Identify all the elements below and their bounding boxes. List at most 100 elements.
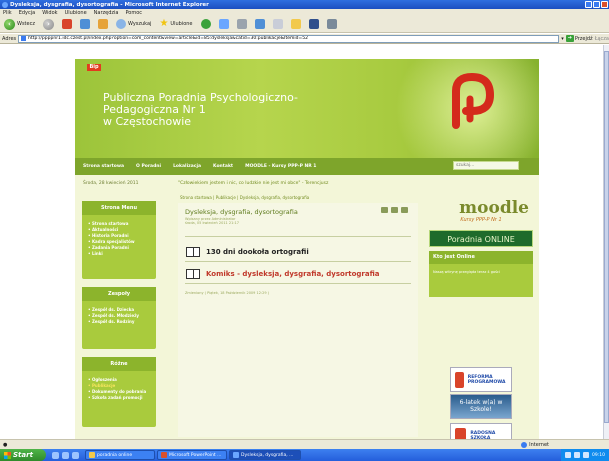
- reforma-text: REFORMA PROGRAMOWA: [467, 374, 506, 385]
- print-icon: [236, 19, 247, 29]
- site-title-line: w Częstochowie: [103, 115, 192, 128]
- pdf-icon[interactable]: [381, 207, 388, 213]
- mail-quicklaunch-icon[interactable]: [62, 451, 69, 459]
- taskbar-item[interactable]: poradnia online: [85, 450, 155, 460]
- page-icon: [21, 36, 27, 41]
- edit-button[interactable]: [253, 18, 267, 31]
- article-date: środa, 05 kwiecień 2011 21:17: [185, 221, 239, 225]
- page-viewport: Bip Publiczna Poradnia Psychologiczno- P…: [0, 45, 603, 439]
- moodle-banner[interactable]: moodle Kursy PPP-P Nr 1: [429, 199, 533, 227]
- menu-edit[interactable]: Edycja: [19, 10, 36, 16]
- article-entry[interactable]: Komiks - dysleksja, dysgrafia, dysortogr…: [186, 269, 380, 279]
- article-entry[interactable]: 130 dni dookoła ortografii: [186, 247, 309, 257]
- tray-icon[interactable]: [574, 452, 581, 458]
- stop-button[interactable]: [60, 18, 74, 31]
- vertical-scrollbar[interactable]: [603, 45, 609, 439]
- mail-icon: [218, 19, 229, 29]
- taskbar-item-label: Dysleksja, dysgrafia, ...: [241, 452, 294, 458]
- who-online-title: Kto jest Online: [429, 251, 533, 264]
- print-button[interactable]: [235, 18, 249, 31]
- volume-icon[interactable]: [583, 452, 590, 458]
- site-search-input[interactable]: szukaj...: [453, 161, 519, 170]
- folder-icon: [89, 452, 95, 458]
- breadcrumb[interactable]: Strona startowa | Publikacje | Dysleksja…: [180, 195, 309, 200]
- menu-tools[interactable]: Narzędzia: [94, 10, 119, 16]
- maximize-button[interactable]: [593, 1, 600, 8]
- reforma-logo-icon: [455, 371, 464, 388]
- scrollbar-thumb[interactable]: [604, 51, 609, 423]
- sidebar-menu-title: Strona Menu: [82, 201, 156, 215]
- clock[interactable]: 09:10: [592, 453, 605, 458]
- mail-button[interactable]: [217, 18, 231, 31]
- stop-icon: [61, 19, 72, 29]
- tools-button[interactable]: [325, 18, 339, 31]
- tray-icon[interactable]: [565, 452, 572, 458]
- nav-contact[interactable]: Kontakt: [213, 164, 233, 169]
- ie-icon: [233, 452, 239, 458]
- discuss-button[interactable]: [271, 18, 285, 31]
- nav-location[interactable]: Lokalizacja: [173, 164, 201, 169]
- address-url: http://ppppnr1.idc.czest.pl/index.php?op…: [28, 36, 308, 41]
- favorites-button[interactable]: ★ Ulubione: [157, 18, 194, 31]
- menu-file[interactable]: Plik: [3, 10, 12, 16]
- poradnia-online-banner[interactable]: Poradnia ONLINE: [429, 230, 533, 247]
- nav-moodle[interactable]: MOODLE - Kursy PPP-P NR 1: [245, 164, 316, 169]
- taskbar: Start poradnia online Microsoft PowerPoi…: [0, 449, 609, 461]
- address-dropdown-icon[interactable]: ▾: [561, 36, 564, 42]
- nav-about[interactable]: O Poradni: [136, 164, 161, 169]
- sidebar-item[interactable]: Szkoła zadań promocji: [88, 395, 156, 401]
- taskbar-item-active[interactable]: Dysleksja, dysgrafia, ...: [229, 450, 301, 460]
- minimize-button[interactable]: [585, 1, 592, 8]
- messenger-button[interactable]: [307, 18, 321, 31]
- home-button[interactable]: [96, 18, 110, 31]
- back-button[interactable]: ‹ Wstecz: [2, 18, 37, 31]
- refresh-button[interactable]: [78, 18, 92, 31]
- folder-button[interactable]: [289, 18, 303, 31]
- bip-logo[interactable]: Bip: [87, 64, 101, 71]
- sidebar-item[interactable]: Zespół ds. Rodziny: [88, 319, 156, 325]
- szkola-banner[interactable]: 6-latek w(a) w Szkole!: [450, 394, 512, 419]
- radosna-szkola-banner[interactable]: RADOSNA SZKOŁA: [450, 423, 512, 439]
- menu-bar: Plik Edycja Widok Ulubione Narzędzia Pom…: [0, 9, 609, 16]
- history-button[interactable]: [199, 18, 213, 31]
- email-icon[interactable]: [401, 207, 408, 213]
- search-label: Wyszukaj: [127, 21, 152, 27]
- menu-view[interactable]: Widok: [42, 10, 57, 16]
- powerpoint-icon: [161, 452, 167, 458]
- print-icon[interactable]: [391, 207, 398, 213]
- who-online-text: Naszą witrynę przegląda teraz 4 gości: [433, 270, 500, 274]
- moodle-logo-text: moodle: [459, 198, 529, 218]
- search-button[interactable]: Wyszukaj: [114, 18, 153, 31]
- entry-link[interactable]: Komiks - dysleksja, dysgrafia, dysortogr…: [206, 270, 380, 278]
- done-icon: ●: [3, 441, 8, 448]
- article-icons: [381, 207, 408, 213]
- taskbar-item-label: Microsoft PowerPoint ...: [169, 452, 222, 458]
- start-label: Start: [13, 451, 33, 459]
- entry-link[interactable]: 130 dni dookoła ortografii: [206, 248, 309, 256]
- browser-toolbar: ‹ Wstecz › Wyszukaj ★ Ulubione: [0, 16, 609, 33]
- links-label[interactable]: Łącza: [595, 36, 609, 42]
- back-arrow-icon: ‹: [4, 18, 15, 30]
- edit-icon: [254, 19, 265, 29]
- article-updated: Zmieniony ( Piątek, 18 Październik 2009 …: [185, 291, 270, 295]
- who-online-box: Kto jest Online Naszą witrynę przegląda …: [429, 251, 533, 297]
- history-icon: [200, 19, 211, 29]
- go-button[interactable]: ➔ Przejdź: [565, 35, 593, 42]
- sidebar-item[interactable]: Linki: [88, 251, 156, 257]
- taskbar-item[interactable]: Microsoft PowerPoint ...: [157, 450, 227, 460]
- menu-help[interactable]: Pomoc: [125, 10, 142, 16]
- status-bar: ● Internet: [0, 439, 609, 449]
- desktop-quicklaunch-icon[interactable]: [72, 451, 79, 459]
- close-button[interactable]: [601, 1, 608, 8]
- ie-quicklaunch-icon[interactable]: [52, 451, 59, 459]
- address-input[interactable]: http://ppppnr1.idc.czest.pl/index.php?op…: [18, 34, 560, 43]
- forward-button[interactable]: ›: [41, 18, 56, 31]
- quick-launch: [46, 451, 85, 459]
- menu-favorites[interactable]: Ulubione: [65, 10, 87, 16]
- radosna-text: RADOSNA SZKOŁA: [470, 430, 496, 440]
- article-meta: Wpisany przez Administrator środa, 05 kw…: [185, 217, 239, 225]
- start-button[interactable]: Start: [0, 449, 46, 461]
- nav-home[interactable]: Strona startowa: [83, 164, 124, 169]
- reforma-banner[interactable]: REFORMA PROGRAMOWA: [450, 367, 512, 392]
- current-date: Środa, 28 kwiecień 2011: [83, 181, 139, 186]
